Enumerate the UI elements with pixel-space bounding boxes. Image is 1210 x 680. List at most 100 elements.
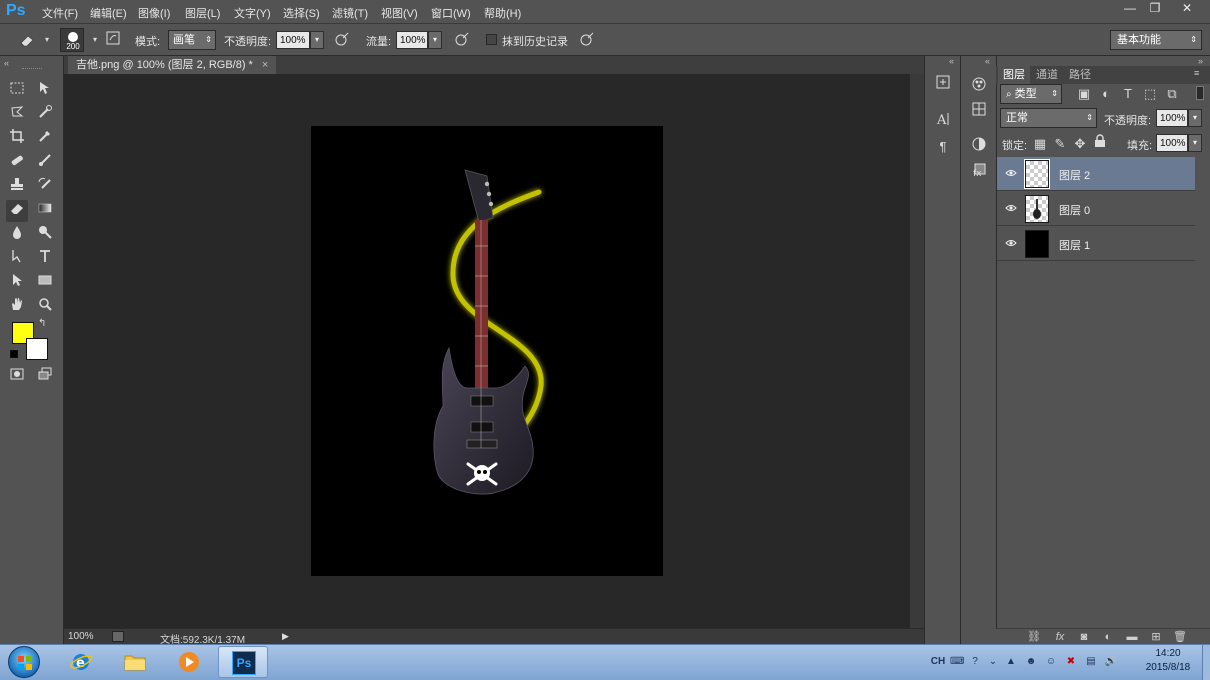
styles-panel-icon[interactable]: fx [968, 162, 990, 184]
filter-smart-object-icon[interactable]: ⧉ [1164, 83, 1180, 105]
tab-paths[interactable]: 路径 [1064, 66, 1096, 84]
lock-image-pixels-icon[interactable]: ✎ [1052, 133, 1068, 155]
marquee-tool-icon[interactable] [6, 80, 28, 102]
swap-colors-icon[interactable]: ↰ [38, 318, 46, 329]
blend-mode-select[interactable]: 正常 ⇕ [1000, 108, 1097, 128]
document-tab[interactable]: 吉他.png @ 100% (图层 2, RGB/8) * × [68, 56, 277, 74]
close-tab-icon[interactable]: × [262, 59, 268, 71]
qq-alt-icon[interactable]: ☺ [1044, 655, 1058, 669]
ime-options-icon[interactable]: ⌄ [986, 655, 1000, 669]
show-desktop-button[interactable] [1202, 645, 1210, 680]
menu-select[interactable]: 选择(S) [283, 5, 320, 21]
brush-preset-picker[interactable]: 200 [60, 28, 84, 52]
gradient-tool-icon[interactable] [34, 200, 56, 222]
color-panel-icon[interactable] [968, 76, 990, 98]
adjustments-panel-icon[interactable] [968, 136, 990, 158]
crop-tool-icon[interactable] [6, 128, 28, 150]
taskbar-photoshop-button[interactable]: Ps [218, 646, 268, 678]
eraser-tool-icon[interactable] [6, 200, 28, 222]
network-icon[interactable]: ▤ [1084, 655, 1098, 669]
default-colors-icon[interactable] [10, 350, 18, 358]
layer-style-icon[interactable]: fx [1052, 630, 1068, 644]
collapse-panel-icon[interactable]: « [4, 58, 9, 68]
healing-brush-tool-icon[interactable] [6, 152, 28, 174]
background-color-swatch[interactable] [26, 338, 48, 360]
eyedropper-tool-icon[interactable] [34, 128, 56, 150]
brush-dropdown-icon[interactable]: ▾ [86, 31, 104, 49]
quick-mask-icon[interactable] [6, 366, 28, 388]
adjustment-layer-icon[interactable]: ◐ [1100, 630, 1116, 644]
show-hidden-icons[interactable]: ▲ [1004, 655, 1018, 669]
new-layer-icon[interactable]: ⊞ [1148, 630, 1164, 644]
new-group-icon[interactable]: ▬ [1124, 630, 1140, 644]
opacity-dropdown-icon[interactable]: ▾ [310, 31, 324, 49]
lock-all-icon[interactable] [1092, 133, 1108, 155]
menu-edit[interactable]: 编辑(E) [90, 5, 127, 21]
menu-image[interactable]: 图像(I) [138, 5, 170, 21]
keyboard-icon[interactable]: ⌨ [950, 655, 964, 669]
delete-layer-icon[interactable]: 🗑 [1172, 630, 1188, 644]
filter-toggle-switch[interactable] [1196, 86, 1204, 100]
menu-filter[interactable]: 滤镜(T) [332, 5, 368, 21]
expand-dock-icon[interactable]: « [949, 56, 954, 66]
restore-button[interactable]: ❐ [1140, 0, 1170, 18]
flow-field[interactable]: 100% [396, 31, 428, 49]
pressure-opacity-icon[interactable] [333, 31, 351, 49]
menu-file[interactable]: 文件(F) [42, 5, 78, 21]
move-tool-icon[interactable] [34, 80, 56, 102]
help-icon[interactable]: ? [968, 655, 982, 669]
clone-stamp-tool-icon[interactable] [6, 176, 28, 198]
layer-row[interactable]: 图层 2 [997, 157, 1195, 191]
rectangle-tool-icon[interactable] [34, 272, 56, 294]
lasso-tool-icon[interactable] [6, 104, 28, 126]
layer-name[interactable]: 图层 0 [1059, 202, 1090, 218]
history-brush-tool-icon[interactable] [34, 176, 56, 198]
collapse-panel-icon[interactable]: » [1198, 56, 1203, 66]
flow-dropdown-icon[interactable]: ▾ [428, 31, 442, 49]
tool-preset-dropdown-icon[interactable]: ▾ [38, 31, 56, 49]
panel-menu-icon[interactable]: ≡ [1194, 68, 1199, 78]
vertical-scrollbar[interactable] [910, 74, 924, 628]
add-mask-icon[interactable]: ◙ [1076, 630, 1092, 644]
layer-opacity-dropdown-icon[interactable]: ▾ [1188, 109, 1202, 127]
layer-opacity-field[interactable]: 100% [1156, 109, 1188, 127]
zoom-tool-icon[interactable] [34, 296, 56, 318]
taskbar-explorer-button[interactable] [110, 646, 160, 678]
menu-help[interactable]: 帮助(H) [484, 5, 521, 21]
qq-icon[interactable]: ☻ [1024, 655, 1038, 669]
erase-to-history-checkbox[interactable] [486, 34, 497, 45]
swatches-panel-icon[interactable] [968, 101, 990, 123]
status-menu-arrow-icon[interactable]: ▶ [282, 631, 289, 642]
brush-panel-toggle-icon[interactable] [104, 31, 122, 49]
visibility-eye-icon[interactable] [1005, 237, 1017, 249]
history-panel-icon[interactable] [932, 74, 954, 96]
fill-dropdown-icon[interactable]: ▾ [1188, 134, 1202, 152]
menu-view[interactable]: 视图(V) [381, 5, 418, 21]
zoom-level[interactable]: 100% [68, 631, 94, 642]
taskbar-clock[interactable]: 14:20 2015/8/18 [1138, 647, 1198, 675]
layer-filter-select[interactable]: ⌕ 类型 ⇕ [1000, 84, 1062, 104]
paragraph-panel-icon[interactable]: ¶ [932, 136, 954, 158]
start-button[interactable] [8, 646, 40, 678]
layer-name[interactable]: 图层 1 [1059, 237, 1090, 253]
filter-type-icon[interactable]: T [1120, 83, 1136, 105]
volume-icon[interactable]: 🔊 [1104, 655, 1118, 669]
dodge-tool-icon[interactable] [34, 224, 56, 246]
layer-name[interactable]: 图层 2 [1059, 167, 1090, 183]
hand-tool-icon[interactable] [6, 296, 28, 318]
screen-mode-icon[interactable] [34, 366, 56, 388]
menu-layer[interactable]: 图层(L) [185, 5, 220, 21]
brush-tool-icon[interactable] [34, 152, 56, 174]
layer-row[interactable]: 图层 1 [997, 227, 1195, 261]
blur-tool-icon[interactable] [6, 224, 28, 246]
workspace-select[interactable]: 基本功能 ⇕ [1110, 30, 1202, 50]
menu-type[interactable]: 文字(Y) [234, 5, 271, 21]
taskbar-media-player-button[interactable] [164, 646, 214, 678]
filter-shape-icon[interactable]: ⬚ [1142, 83, 1158, 105]
eraser-tool-preset-icon[interactable] [18, 31, 36, 49]
airbrush-icon[interactable] [453, 31, 471, 49]
status-preview-icon[interactable] [112, 631, 124, 642]
security-alert-icon[interactable]: ✖ [1064, 655, 1078, 669]
tab-channels[interactable]: 通道 [1031, 66, 1063, 84]
layer-row[interactable]: 图层 0 [997, 192, 1195, 226]
